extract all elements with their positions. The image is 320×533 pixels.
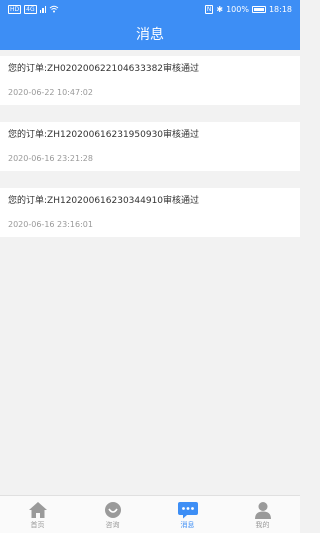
- message-text: 您的订单:ZH120200616231950930审核通过: [8, 130, 200, 140]
- message-time: 2020-06-16 23:16:01: [8, 220, 93, 229]
- tab-label: 消息: [180, 520, 195, 529]
- message-icon: [177, 501, 199, 519]
- wifi-icon: [49, 5, 59, 13]
- page-title: 消息: [136, 27, 164, 43]
- battery-icon: [251, 5, 266, 13]
- nfc-icon: N: [204, 4, 214, 14]
- clock: 18:18: [268, 4, 292, 14]
- tab-consult[interactable]: 咨询: [75, 501, 150, 529]
- home-icon: [27, 501, 49, 519]
- message-text: 您的订单:ZH020200622104633382审核通过: [8, 64, 200, 74]
- status-bar-left: HD 4G: [8, 4, 59, 14]
- network-badge: 4G: [24, 4, 37, 14]
- message-time: 2020-06-22 10:47:02: [8, 88, 93, 97]
- message-item[interactable]: 您的订单:ZH020200622104633382审核通过 2020-06-22…: [0, 56, 300, 105]
- tab-home[interactable]: 首页: [0, 501, 75, 529]
- bottom-tab-bar: 首页 咨询 消息 我的: [0, 495, 300, 533]
- message-item[interactable]: 您的订单:ZH120200616230344910审核通过 2020-06-16…: [0, 188, 300, 237]
- status-bar-right: N ✱ 100% 18:18: [204, 4, 292, 14]
- consult-icon: [102, 501, 124, 519]
- bluetooth-icon: ✱: [216, 4, 224, 14]
- page-header: 消息: [0, 18, 300, 50]
- status-bar: HD 4G N ✱ 100% 18:18: [0, 0, 300, 18]
- tab-label: 我的: [255, 520, 270, 529]
- tab-profile[interactable]: 我的: [225, 501, 300, 529]
- user-icon: [252, 501, 274, 519]
- message-time: 2020-06-16 23:21:28: [8, 154, 93, 163]
- message-list: 您的订单:ZH020200622104633382审核通过 2020-06-22…: [0, 56, 300, 254]
- message-item[interactable]: 您的订单:ZH120200616231950930审核通过 2020-06-16…: [0, 122, 300, 171]
- hd-badge: HD: [8, 4, 22, 14]
- battery-percent: 100%: [226, 4, 249, 14]
- signal-icon: [39, 5, 47, 13]
- tab-label: 首页: [30, 520, 45, 529]
- message-text: 您的订单:ZH120200616230344910审核通过: [8, 196, 200, 206]
- tab-label: 咨询: [105, 520, 120, 529]
- tab-messages[interactable]: 消息: [150, 501, 225, 529]
